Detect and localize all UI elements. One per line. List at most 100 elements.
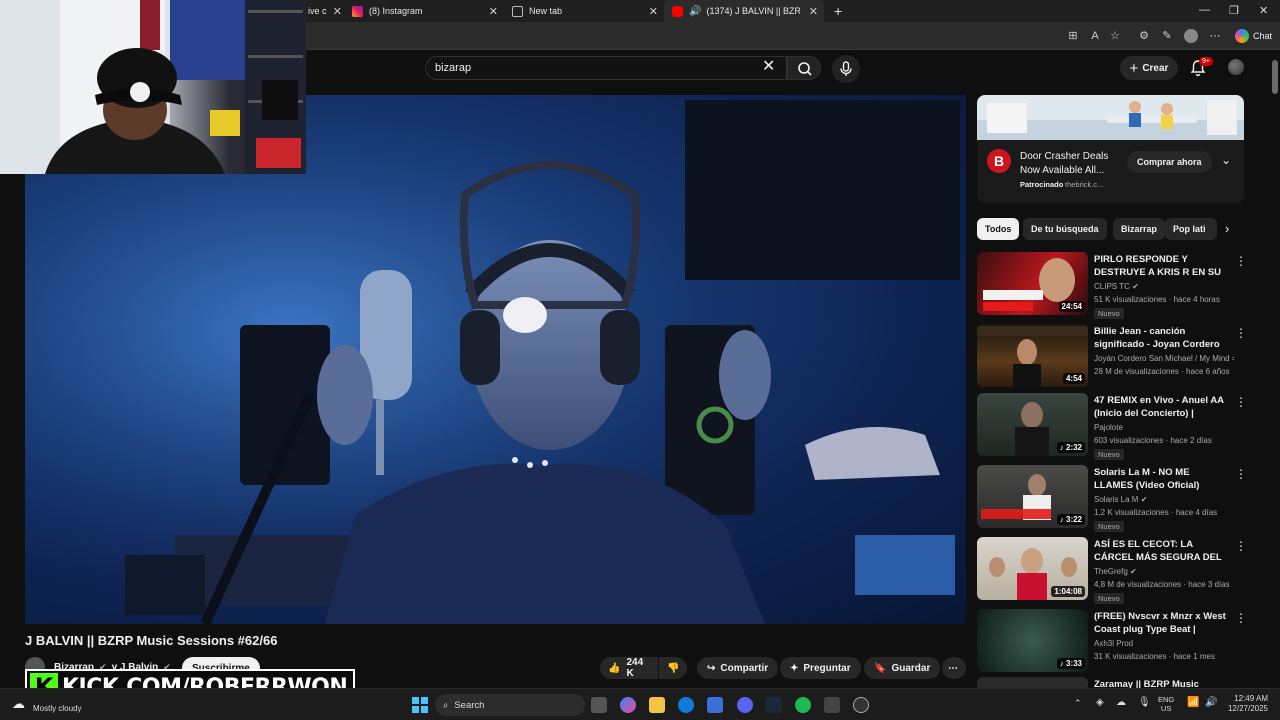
wifi-icon[interactable]: 📶: [1187, 697, 1199, 708]
chevron-down-icon[interactable]: ⌄: [1221, 153, 1231, 167]
speaker-icon[interactable]: 🔊: [689, 6, 701, 17]
spotify-icon[interactable]: [795, 697, 811, 713]
copilot-chat-button[interactable]: Chat: [1234, 27, 1272, 45]
like-button[interactable]: 👍 244 K: [600, 657, 658, 679]
more-actions-button[interactable]: ⋯: [942, 657, 966, 679]
profile-icon[interactable]: [1184, 29, 1198, 43]
more-vertical-icon[interactable]: ⋮: [1235, 395, 1247, 409]
close-icon[interactable]: ✕: [489, 5, 498, 18]
tray-app-icon[interactable]: ◈: [1096, 697, 1104, 708]
video-title[interactable]: Billie Jean - canción significado - Joya…: [1094, 325, 1227, 351]
video-thumbnail[interactable]: ♪ 2:32: [977, 393, 1088, 456]
more-vertical-icon[interactable]: ⋮: [1235, 326, 1247, 340]
recommendation-item[interactable]: 4:54 Billie Jean - canción significado -…: [977, 324, 1247, 390]
video-thumbnail[interactable]: 1:04:08: [977, 537, 1088, 600]
task-view-icon[interactable]: [591, 697, 607, 713]
video-title[interactable]: ASÍ ES EL CECOT: LA CÁRCEL MÁS SEGURA DE…: [1094, 538, 1227, 564]
discord-icon[interactable]: [737, 697, 753, 713]
steam-icon[interactable]: [766, 697, 782, 713]
recommendation-item[interactable]: Zaramay || BZRP Music: [977, 677, 1247, 688]
weather-cloud-icon[interactable]: ☁: [12, 696, 25, 712]
obs-icon[interactable]: [853, 697, 869, 713]
tab-new[interactable]: New tab ✕: [504, 0, 664, 22]
restore-icon[interactable]: ❐: [1229, 4, 1239, 17]
chip-bizarrap[interactable]: Bizarrap: [1113, 218, 1166, 240]
video-title[interactable]: PIRLO RESPONDE Y DESTRUYE A KRIS R EN SU…: [1094, 253, 1227, 279]
tab-youtube[interactable]: 🔊 (1374) J BALVIN || BZRP Music ✕: [664, 0, 824, 22]
copilot-icon[interactable]: [620, 697, 636, 713]
save-button[interactable]: 🔖 Guardar: [864, 657, 941, 679]
recommendation-item[interactable]: 1:04:08 ASÍ ES EL CECOT: LA CÁRCEL MÁS S…: [977, 537, 1247, 604]
more-vertical-icon[interactable]: ⋮: [1235, 611, 1247, 625]
page-scrollbar[interactable]: [1272, 60, 1278, 685]
close-icon[interactable]: ✕: [809, 5, 818, 18]
chevron-right-icon[interactable]: ›: [1225, 221, 1229, 236]
taskbar-search[interactable]: ⌕ Search: [435, 694, 585, 716]
microphone-icon[interactable]: 🎙: [1138, 697, 1151, 708]
new-tab-button[interactable]: +: [826, 0, 846, 22]
edge-browser-icon[interactable]: [678, 697, 694, 713]
chip-all[interactable]: Todos: [977, 218, 1020, 240]
video-thumbnail[interactable]: ♪ 3:22: [977, 465, 1088, 528]
chevron-up-icon[interactable]: ⌃: [1074, 698, 1082, 709]
recommendation-item[interactable]: 24:54 PIRLO RESPONDE Y DESTRUYE A KRIS R…: [977, 252, 1247, 319]
search-input[interactable]: bizarap: [425, 56, 787, 80]
app-available-icon[interactable]: ⊞: [1066, 29, 1080, 43]
create-button[interactable]: + Crear: [1120, 56, 1178, 80]
favorite-star-icon[interactable]: ☆: [1108, 29, 1122, 43]
channel-name[interactable]: TheGrefg ✔: [1094, 567, 1234, 576]
recommendation-item[interactable]: ♪ 3:33 (FREE) Nvscvr x Mnzr x West Coast…: [977, 609, 1247, 675]
recommendation-item[interactable]: ♪ 2:32 47 REMIX en Vivo - Anuel AA (Inic…: [977, 393, 1247, 460]
sponsored-ad[interactable]: B Door Crasher Deals Now Available All..…: [977, 95, 1244, 203]
more-vertical-icon[interactable]: ⋮: [1235, 467, 1247, 481]
close-window-icon[interactable]: ✕: [1259, 4, 1268, 17]
channel-name[interactable]: CLIPS TC ✔: [1094, 282, 1234, 291]
ad-cta-button[interactable]: Comprar ahora: [1127, 151, 1212, 173]
extensions-icon[interactable]: ⚙: [1137, 29, 1151, 43]
volume-icon[interactable]: 🔊: [1205, 697, 1217, 708]
video-title[interactable]: 47 REMIX en Vivo - Anuel AA (Inicio del …: [1094, 394, 1227, 420]
account-avatar[interactable]: [1228, 59, 1244, 75]
clock[interactable]: 12:49 AM 12/27/2025: [1224, 694, 1268, 714]
onedrive-icon[interactable]: ☁: [1116, 697, 1126, 708]
recommendation-item[interactable]: ♪ 3:22 Solaris La M - NO ME LLAMES (Vide…: [977, 465, 1247, 532]
video-player[interactable]: [25, 95, 966, 624]
weather-text[interactable]: Mostly cloudy: [33, 704, 81, 713]
minimize-icon[interactable]: —: [1199, 4, 1210, 16]
channel-name[interactable]: Solaris La M ✔: [1094, 495, 1234, 504]
video-thumbnail[interactable]: [977, 677, 1088, 688]
video-title[interactable]: Zaramay || BZRP Music: [1094, 678, 1227, 688]
video-thumbnail[interactable]: 24:54: [977, 252, 1088, 315]
close-icon[interactable]: ✕: [649, 5, 658, 18]
windows-start-icon[interactable]: [412, 697, 428, 713]
read-aloud-icon[interactable]: A: [1088, 29, 1102, 43]
chip-pop-latino[interactable]: Pop lati: [1165, 218, 1217, 240]
channel-name[interactable]: Joyán Cordero San Michael / My Mind =...: [1094, 354, 1234, 363]
language-indicator[interactable]: ENG US: [1158, 695, 1174, 713]
tab-partial[interactable]: ive c ✕: [300, 0, 342, 22]
store-icon[interactable]: [707, 697, 723, 713]
voice-search-button[interactable]: [832, 55, 860, 83]
search-icon: ⌕: [443, 699, 449, 711]
calculator-icon[interactable]: [824, 697, 840, 713]
share-button[interactable]: ↪ Compartir: [697, 657, 779, 679]
channel-name[interactable]: Axh3l Prod: [1094, 639, 1234, 648]
dislike-button[interactable]: 👎: [659, 657, 687, 679]
close-icon[interactable]: ✕: [333, 5, 342, 18]
tab-instagram[interactable]: (8) Instagram ✕: [344, 0, 504, 22]
clear-search-icon[interactable]: ✕: [762, 59, 775, 75]
file-explorer-icon[interactable]: [649, 697, 665, 713]
channel-name[interactable]: Pajolote: [1094, 423, 1234, 432]
collections-icon[interactable]: ✎: [1160, 29, 1174, 43]
more-vertical-icon[interactable]: ⋮: [1235, 539, 1247, 553]
chip-from-search[interactable]: De tu búsqueda: [1023, 218, 1107, 240]
video-thumbnail[interactable]: 4:54: [977, 324, 1088, 387]
video-title[interactable]: Solaris La M - NO ME LLAMES (Video Ofici…: [1094, 466, 1227, 492]
ask-button[interactable]: ✦ Preguntar: [780, 657, 861, 679]
search-button[interactable]: [787, 56, 821, 80]
more-vertical-icon[interactable]: ⋮: [1235, 254, 1247, 268]
scrollbar-thumb[interactable]: [1272, 60, 1278, 94]
more-menu-icon[interactable]: ⋯: [1208, 29, 1222, 43]
video-title[interactable]: (FREE) Nvscvr x Mnzr x West Coast plug T…: [1094, 610, 1227, 636]
video-thumbnail[interactable]: ♪ 3:33: [977, 609, 1088, 672]
